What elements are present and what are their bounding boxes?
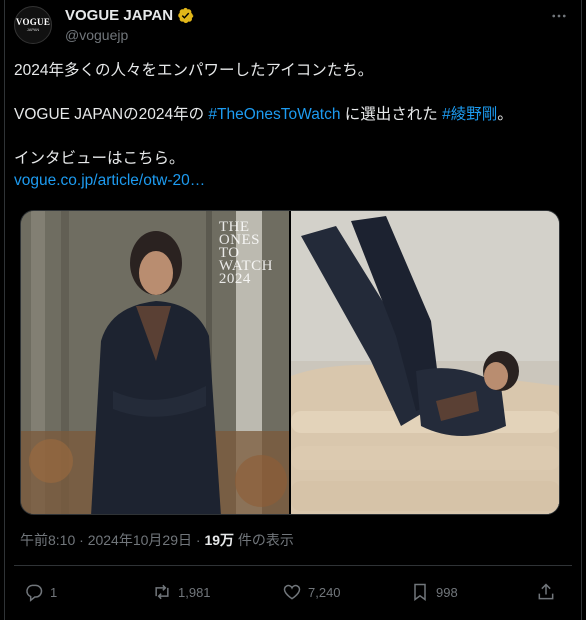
reply-count: 1 [50, 584, 58, 600]
avatar-logo-sub: JAPAN [26, 27, 40, 32]
tweet-line-2-prefix: VOGUE JAPANの2024年の [14, 106, 209, 123]
name-row: VOGUE JAPAN [65, 7, 194, 24]
tweet-meta: 午前8:10 · 2024年10月29日 · 19万 件の表示 [20, 530, 294, 550]
forest-portrait-photo[interactable]: THE ONES TO WATCH 2024 [21, 211, 289, 514]
sofa-pose-photo[interactable] [291, 211, 559, 514]
like-button[interactable]: 7,240 [282, 582, 341, 602]
reply-icon [26, 584, 43, 602]
share-button[interactable] [536, 582, 556, 602]
retweet-button[interactable]: 1,981 [152, 582, 211, 602]
cover-title: THE ONES TO WATCH 2024 [218, 220, 273, 287]
bookmark-count: 998 [436, 584, 458, 600]
account-name[interactable]: VOGUE JAPAN [65, 7, 173, 24]
heart-icon [283, 584, 301, 600]
tweet-line-3: インタビューはこちら。 [14, 150, 185, 167]
verified-badge-icon [178, 7, 194, 24]
meta-separator-2: · [192, 532, 205, 548]
meta-separator: · [75, 532, 88, 548]
tweet-line-2-mid: に選出された [340, 106, 443, 123]
like-count: 7,240 [308, 584, 341, 600]
bookmark-button[interactable]: 998 [410, 582, 458, 602]
views-count: 19万 [204, 532, 235, 548]
article-link[interactable]: vogue.co.jp/article/otw-20… [14, 172, 205, 189]
tweet-line-2: VOGUE JAPANの2024年の #TheOnesToWatch に選出され… [14, 104, 562, 126]
avatar-logo: VOGUE [15, 17, 51, 27]
retweet-count: 1,981 [178, 584, 211, 600]
tweet-header: VOGUE JAPAN VOGUE JAPAN @voguejp [14, 4, 574, 44]
account-handle[interactable]: @voguejp [65, 27, 128, 43]
share-icon [538, 583, 554, 600]
avatar[interactable]: VOGUE JAPAN [14, 6, 52, 44]
tweet-date[interactable]: 2024年10月29日 [88, 532, 192, 548]
bookmark-icon [414, 583, 426, 601]
hashtag-ayano-go[interactable]: #綾野剛 [442, 106, 497, 123]
more-options-icon[interactable] [548, 6, 570, 26]
tweet-text: 2024年多くの人々をエンパワーしたアイコンたち。 VOGUE JAPANの20… [14, 60, 562, 192]
tweet-time[interactable]: 午前8:10 [20, 532, 75, 548]
views-label: 件の表示 [237, 532, 294, 548]
cover-line-5: 2024 [218, 271, 251, 287]
tweet-line-2-suffix: 。 [497, 106, 513, 123]
divider [14, 565, 572, 566]
action-bar: 1 1,981 7,240 998 [20, 578, 566, 606]
tweet-line-1: 2024年多くの人々をエンパワーしたアイコンたち。 [14, 62, 374, 79]
retweet-icon [155, 584, 169, 600]
reply-button[interactable]: 1 [24, 582, 57, 602]
media-grid: THE ONES TO WATCH 2024 [20, 210, 560, 515]
hashtag-theonestowatch[interactable]: #TheOnesToWatch [208, 106, 340, 123]
sofa-pose-illustration [291, 211, 559, 514]
